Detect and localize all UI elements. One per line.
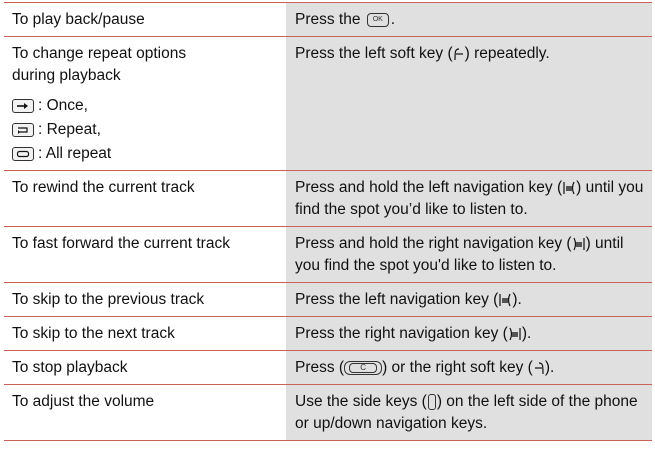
description-text: ). bbox=[521, 325, 532, 342]
description-cell: Press the OK. bbox=[286, 3, 652, 36]
description-text: Press and hold the right navigation key … bbox=[295, 235, 572, 252]
action-label: To adjust the volume bbox=[12, 393, 155, 410]
action-label: To skip to the next track bbox=[12, 325, 175, 342]
right-soft-key-icon bbox=[533, 360, 545, 376]
description-text: Use the side keys ( bbox=[295, 393, 427, 410]
clear-key-icon: C bbox=[344, 360, 383, 375]
left-navigation-key-icon bbox=[498, 292, 512, 308]
description-text: Press the right navigation key ( bbox=[295, 325, 508, 342]
action-label: To change repeat options during playback bbox=[12, 45, 187, 84]
left-navigation-key-icon bbox=[562, 180, 576, 196]
description-text: Press the left navigation key ( bbox=[295, 291, 499, 308]
description-cell: Press ( C ) or the right soft key ( ). bbox=[286, 351, 652, 384]
side-key-icon bbox=[427, 393, 436, 410]
action-cell: To play back/pause bbox=[4, 3, 286, 36]
table-row: To play back/pause Press the OK. bbox=[4, 2, 652, 36]
repeat-icon bbox=[12, 123, 34, 137]
option-label: : Repeat, bbox=[38, 121, 101, 138]
action-label: To play back/pause bbox=[12, 11, 145, 28]
description-text: ). bbox=[544, 359, 555, 376]
all-repeat-icon bbox=[12, 147, 34, 161]
ok-key-icon: OK bbox=[366, 12, 389, 27]
action-label: To skip to the previous track bbox=[12, 291, 205, 308]
repeat-option: : Once, bbox=[12, 95, 278, 117]
action-cell: To stop playback bbox=[4, 351, 286, 384]
action-label: To fast forward the current track bbox=[12, 235, 230, 252]
action-label: To stop playback bbox=[12, 359, 128, 376]
description-text: Press the bbox=[295, 11, 361, 28]
description-cell: Press the left soft key ( ) repeatedly. bbox=[286, 37, 652, 170]
action-cell: To change repeat options during playback… bbox=[4, 37, 286, 170]
table-row: To skip to the previous track Press the … bbox=[4, 282, 652, 316]
repeat-option: : All repeat bbox=[12, 143, 278, 165]
table-row: To stop playback Press ( C ) or the right … bbox=[4, 350, 652, 384]
description-text: ) repeatedly. bbox=[464, 45, 550, 62]
description-text: ). bbox=[512, 291, 522, 308]
description-cell: Use the side keys () on the left side of… bbox=[286, 385, 652, 440]
left-soft-key-icon bbox=[453, 46, 465, 62]
description-cell: Press the left navigation key ( ). bbox=[286, 283, 652, 316]
instruction-table: To play back/pause Press the OK. To chan… bbox=[4, 2, 652, 441]
action-cell: To skip to the next track bbox=[4, 317, 286, 350]
action-cell: To skip to the previous track bbox=[4, 283, 286, 316]
clear-key-label: C bbox=[349, 362, 378, 373]
table-row: To change repeat options during playback… bbox=[4, 36, 652, 170]
table-row: To rewind the current track Press and ho… bbox=[4, 170, 652, 226]
option-label: : All repeat bbox=[38, 145, 112, 162]
right-navigation-key-icon bbox=[508, 326, 522, 342]
description-text: . bbox=[390, 11, 396, 28]
description-cell: Press the right navigation key ( ). bbox=[286, 317, 652, 350]
repeat-option: : Repeat, bbox=[12, 119, 278, 141]
once-icon bbox=[12, 99, 34, 113]
description-text: ) or the right soft key ( bbox=[382, 359, 533, 376]
description-text: Press the left soft key ( bbox=[295, 45, 453, 62]
action-label: To rewind the current track bbox=[12, 179, 195, 196]
description-cell: Press and hold the left navigation key (… bbox=[286, 171, 652, 226]
description-text: Press and hold the left navigation key ( bbox=[295, 179, 563, 196]
table-row: To skip to the next track Press the righ… bbox=[4, 316, 652, 350]
right-navigation-key-icon bbox=[572, 236, 586, 252]
action-cell: To adjust the volume bbox=[4, 385, 286, 440]
table-row: To fast forward the current track Press … bbox=[4, 226, 652, 282]
action-cell: To rewind the current track bbox=[4, 171, 286, 226]
table-row: To adjust the volume Use the side keys (… bbox=[4, 384, 652, 441]
option-label: : Once, bbox=[38, 97, 88, 114]
description-text: Press ( bbox=[295, 359, 345, 376]
description-cell: Press and hold the right navigation key … bbox=[286, 227, 652, 282]
action-cell: To fast forward the current track bbox=[4, 227, 286, 282]
